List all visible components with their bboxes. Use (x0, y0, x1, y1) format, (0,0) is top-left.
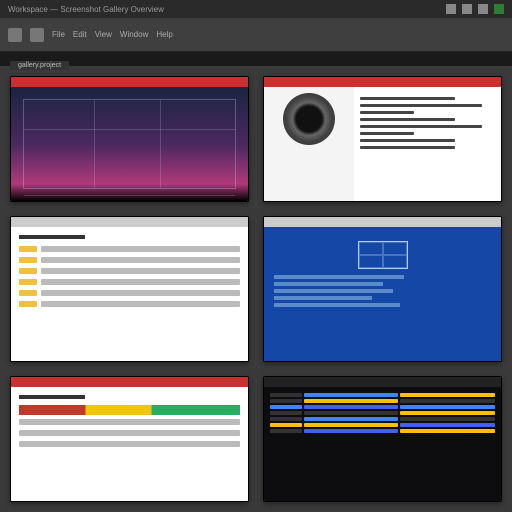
text-line (274, 282, 383, 286)
text-line (360, 111, 414, 114)
maximize-icon[interactable] (478, 4, 488, 14)
text-line (360, 97, 454, 100)
window-title: Workspace — Screenshot Gallery Overview (8, 5, 164, 14)
close-icon[interactable] (494, 4, 504, 14)
list-item (19, 267, 240, 275)
thumb-titlebar (264, 377, 501, 387)
text-line (360, 104, 481, 107)
tab-bar: gallery.project (0, 52, 512, 66)
list-item (19, 278, 240, 286)
status-bar-icon (19, 405, 240, 415)
window-titlebar: Workspace — Screenshot Gallery Overview (0, 0, 512, 18)
thumb-content (354, 87, 501, 201)
thumb-body (11, 227, 248, 362)
thumb-titlebar (264, 77, 501, 87)
menu-view[interactable]: View (95, 30, 112, 39)
text-line (274, 289, 393, 293)
thumb-body (264, 387, 501, 501)
menu-help[interactable]: Help (156, 30, 172, 39)
menu-window[interactable]: Window (120, 30, 148, 39)
thumb-titlebar (264, 217, 501, 227)
blueprint-icon (358, 241, 408, 269)
menu-edit[interactable]: Edit (73, 30, 87, 39)
window-controls (446, 4, 504, 14)
grid-overlay-icon (23, 99, 236, 189)
heading-line (19, 395, 85, 399)
list-item (19, 245, 240, 253)
thumbnail-bluescreen[interactable] (263, 216, 502, 363)
menu-file[interactable]: File (52, 30, 65, 39)
editor-gutter (270, 393, 302, 495)
thumb-body (11, 87, 248, 201)
list-item (19, 429, 240, 437)
minimize-icon[interactable] (462, 4, 472, 14)
thumbnail-forum[interactable] (10, 216, 249, 363)
text-line (274, 303, 400, 307)
thumb-titlebar (11, 377, 248, 387)
text-line (360, 139, 454, 142)
thumb-body (264, 227, 501, 362)
main-toolbar: File Edit View Window Help (0, 18, 512, 52)
thumbnail-code-editor[interactable] (263, 376, 502, 502)
thumbnail-grid (0, 66, 512, 512)
text-line (274, 275, 404, 279)
thumb-sidebar (264, 87, 354, 201)
thumb-body (11, 387, 248, 501)
editor-column (304, 393, 399, 495)
thumbnail-dashboard[interactable] (10, 376, 249, 502)
list-item (19, 440, 240, 448)
list-item (19, 418, 240, 426)
thumb-titlebar (11, 77, 248, 87)
thumb-titlebar (11, 217, 248, 227)
heading-line (19, 235, 85, 239)
thumbnail-visualizer[interactable] (10, 76, 249, 202)
app-icon (8, 28, 22, 42)
text-line (360, 118, 454, 121)
lens-icon (283, 93, 335, 145)
list-item (19, 256, 240, 264)
share-icon[interactable] (446, 4, 456, 14)
thumb-body (264, 87, 501, 201)
text-line (274, 296, 372, 300)
thumbnail-media-page[interactable] (263, 76, 502, 202)
list-item (19, 289, 240, 297)
text-line (360, 146, 454, 149)
list-item (19, 300, 240, 308)
menu-icon[interactable] (30, 28, 44, 42)
text-line (360, 125, 481, 128)
tab-gallery[interactable]: gallery.project (10, 61, 69, 70)
editor-column (400, 393, 495, 495)
text-line (360, 132, 414, 135)
